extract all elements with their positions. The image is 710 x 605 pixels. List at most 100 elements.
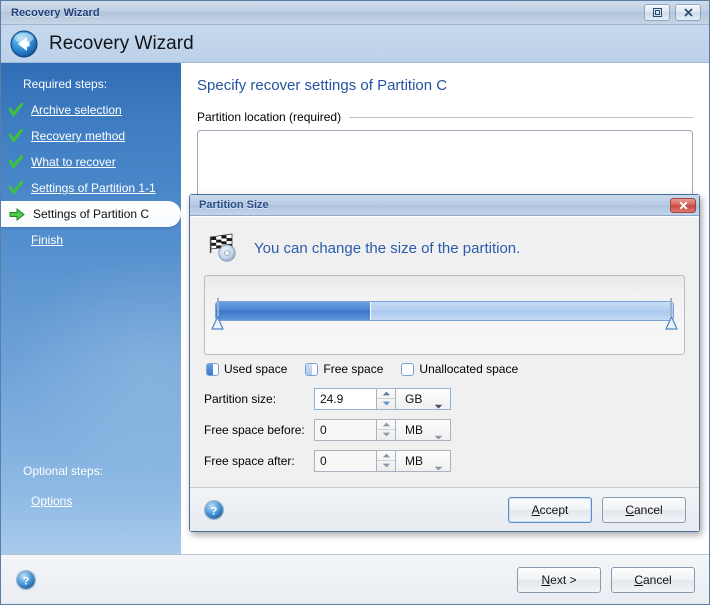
slider-handle-left[interactable] — [211, 298, 224, 332]
legend-item-free-space: Free space — [305, 362, 383, 376]
next-button[interactable]: Next > — [517, 567, 601, 593]
chevron-down-icon — [434, 429, 443, 443]
used-space-swatch-icon — [206, 363, 219, 376]
used-space-segment — [216, 302, 371, 320]
sidebar-item-settings-partition-c[interactable]: Settings of Partition C — [1, 201, 181, 227]
free-space-after-input[interactable]: 0 — [314, 450, 376, 472]
sidebar-item-label: Archive selection — [31, 103, 122, 117]
stepper-down-icon[interactable] — [377, 399, 395, 409]
free-space-before-row: Free space before: 0 MB — [204, 417, 685, 442]
legend-label: Unallocated space — [419, 362, 518, 376]
sidebar-item-settings-partition-1-1[interactable]: Settings of Partition 1-1 — [1, 175, 171, 201]
help-icon[interactable]: ? — [203, 499, 225, 521]
partition-location-group-header: Partition location (required) — [197, 110, 693, 124]
free-space-before-unit-select[interactable]: MB — [396, 419, 451, 441]
recovery-wizard-window: Recovery Wizard — [0, 0, 710, 605]
partition-size-bar[interactable] — [215, 301, 674, 321]
slider-handle-right[interactable] — [665, 298, 678, 332]
sidebar-item-label: Settings of Partition C — [33, 207, 149, 221]
dialog-headline-row: You can change the size of the partition… — [208, 233, 685, 263]
window-controls — [644, 4, 705, 21]
legend-item-unallocated-space: Unallocated space — [401, 362, 518, 376]
dialog-title-bar: Partition Size — [190, 195, 699, 216]
dialog-footer: ? Accept Cancel — [190, 487, 699, 531]
current-step-arrow-icon — [9, 207, 25, 222]
optional-steps-heading: Optional steps: — [1, 462, 181, 488]
unit-value: GB — [405, 392, 422, 406]
free-space-after-stepper[interactable] — [376, 450, 396, 472]
free-space-before-stepper[interactable] — [376, 419, 396, 441]
next-accesskey: N — [541, 573, 550, 587]
sidebar-item-archive-selection[interactable]: Archive selection — [1, 97, 171, 123]
sidebar-item-label: Finish — [31, 233, 63, 247]
svg-text:?: ? — [211, 505, 218, 517]
sidebar-item-label: Settings of Partition 1-1 — [31, 181, 156, 195]
window-body: Required steps: Archive selection Recove… — [1, 63, 709, 554]
group-label: Partition location (required) — [197, 110, 341, 124]
dialog-body: You can change the size of the partition… — [190, 216, 699, 487]
wizard-sidebar: Required steps: Archive selection Recove… — [1, 63, 181, 554]
required-steps-heading: Required steps: — [1, 75, 181, 97]
accept-label-rest: ccept — [540, 503, 569, 517]
partition-size-unit-select[interactable]: GB — [396, 388, 451, 410]
group-divider — [349, 117, 693, 118]
wizard-footer: ? Next > Cancel — [1, 554, 709, 604]
unit-value: MB — [405, 423, 423, 437]
free-space-before-input[interactable]: 0 — [314, 419, 376, 441]
cancel-label-rest: ancel — [634, 503, 663, 517]
stepper-down-icon[interactable] — [377, 461, 395, 471]
window-title: Recovery Wizard — [11, 7, 100, 19]
free-space-segment — [371, 302, 673, 320]
check-icon — [9, 155, 23, 169]
cancel-accesskey: C — [634, 573, 643, 587]
dialog-headline: You can change the size of the partition… — [254, 240, 520, 257]
sidebar-item-label: What to recover — [31, 155, 116, 169]
optional-steps-block: Optional steps: Options — [1, 462, 181, 514]
legend-item-used-space: Used space — [206, 362, 287, 376]
dialog-title: Partition Size — [199, 199, 269, 211]
unallocated-space-swatch-icon — [401, 363, 414, 376]
cancel-label-rest: ancel — [643, 573, 672, 587]
free-space-after-unit-select[interactable]: MB — [396, 450, 451, 472]
partition-size-stepper[interactable] — [376, 388, 396, 410]
cancel-accesskey: C — [625, 503, 634, 517]
space-legend: Used space Free space Unallocated space — [206, 362, 685, 376]
app-header: Recovery Wizard — [1, 25, 709, 63]
partition-size-row: Partition size: 24.9 GB — [204, 386, 685, 411]
free-space-after-label: Free space after: — [204, 454, 314, 468]
stepper-up-icon[interactable] — [377, 420, 395, 430]
partition-size-slider-panel[interactable] — [204, 275, 685, 355]
checkered-flag-icon — [208, 233, 242, 263]
window-title-bar: Recovery Wizard — [1, 1, 709, 25]
close-icon — [683, 7, 694, 18]
close-icon — [678, 200, 689, 211]
close-button[interactable] — [675, 4, 701, 21]
back-arrow-icon[interactable] — [9, 29, 39, 59]
sidebar-item-label: Options — [31, 494, 72, 508]
stepper-up-icon[interactable] — [377, 389, 395, 399]
app-title: Recovery Wizard — [49, 33, 194, 55]
sidebar-item-options[interactable]: Options — [1, 488, 171, 514]
sidebar-item-recovery-method[interactable]: Recovery method — [1, 123, 171, 149]
accept-accesskey: A — [532, 503, 540, 517]
accept-button[interactable]: Accept — [508, 497, 592, 523]
unit-value: MB — [405, 454, 423, 468]
dialog-cancel-button[interactable]: Cancel — [602, 497, 686, 523]
stepper-down-icon[interactable] — [377, 430, 395, 440]
help-icon[interactable]: ? — [15, 569, 37, 591]
legend-label: Free space — [323, 362, 383, 376]
restore-button[interactable] — [644, 4, 670, 21]
free-space-before-label: Free space before: — [204, 423, 314, 437]
stepper-up-icon[interactable] — [377, 451, 395, 461]
sidebar-item-label: Recovery method — [31, 129, 125, 143]
dialog-close-button[interactable] — [670, 198, 696, 213]
next-label-rest: ext > — [550, 573, 576, 587]
free-space-swatch-icon — [305, 363, 318, 376]
chevron-down-icon — [434, 460, 443, 474]
partition-size-input[interactable]: 24.9 — [314, 388, 376, 410]
sidebar-item-finish[interactable]: Finish — [1, 227, 171, 253]
restore-icon — [652, 7, 663, 18]
check-icon — [9, 103, 23, 117]
cancel-button[interactable]: Cancel — [611, 567, 695, 593]
sidebar-item-what-to-recover[interactable]: What to recover — [1, 149, 171, 175]
